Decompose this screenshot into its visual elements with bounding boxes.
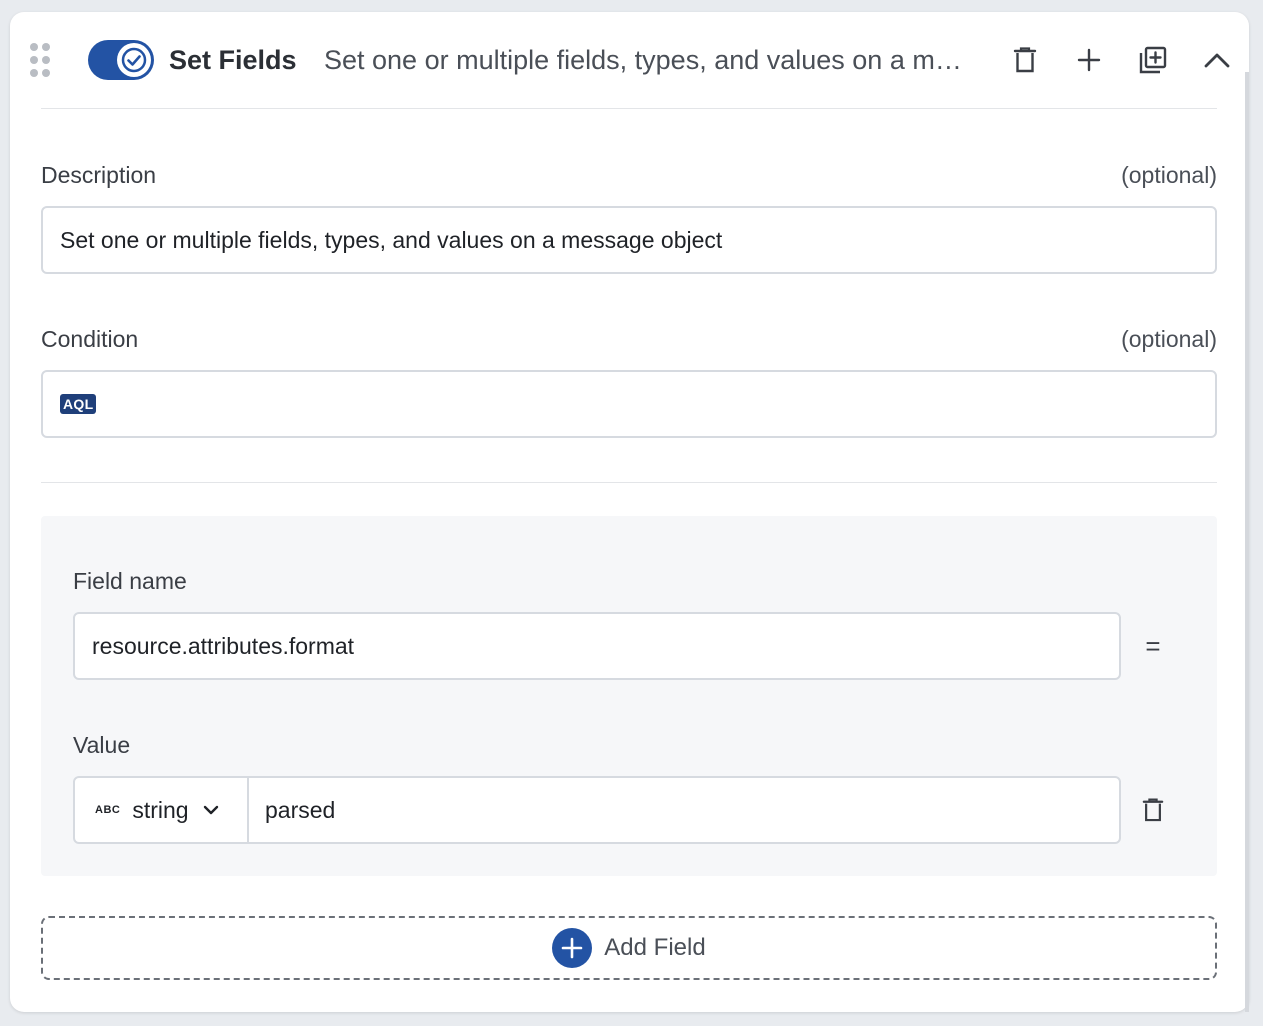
condition-label: Condition [41,326,139,352]
aql-badge: AQL [60,394,97,414]
header-divider [41,108,1217,109]
add-field-button[interactable]: Add Field [41,916,1217,980]
field-row-panel: Field name resource.attributes.format = … [41,516,1217,876]
set-fields-card: Set Fields Set one or multiple fields, t… [10,12,1249,1012]
value-label: Value [73,732,131,758]
scrollbar[interactable] [1245,72,1249,1012]
plus-icon [1077,48,1101,72]
description-label: Description [41,162,157,188]
card-title: Set Fields [169,45,297,75]
value-input-group: ABC string parsed [73,776,1121,844]
enable-toggle[interactable] [88,40,154,80]
toggle-knob [117,43,151,77]
value-text: parsed [265,796,336,823]
delete-step-button[interactable] [1007,42,1043,78]
chevron-up-icon [1204,53,1230,68]
section-divider [41,482,1217,483]
trash-icon [1013,47,1037,73]
abc-type-icon: ABC [95,804,121,816]
add-step-button[interactable] [1071,42,1107,78]
type-select[interactable]: ABC string [75,778,249,842]
condition-input[interactable]: AQL [41,370,1217,438]
field-name-input[interactable]: resource.attributes.format [73,612,1121,680]
delete-field-button[interactable] [1138,792,1168,828]
type-select-label: string [132,796,189,823]
collapse-button[interactable] [1199,42,1235,78]
equals-operator: = [1145,631,1161,661]
value-input[interactable]: parsed [249,778,1119,842]
check-icon [121,47,147,73]
chevron-down-icon [203,805,218,815]
field-name-value: resource.attributes.format [92,632,355,659]
duplicate-step-button[interactable] [1135,42,1171,78]
field-name-label: Field name [73,568,187,594]
card-header: Set Fields Set one or multiple fields, t… [10,12,1249,109]
condition-optional: (optional) [1121,326,1217,352]
description-input[interactable]: Set one or multiple fields, types, and v… [41,206,1217,274]
trash-icon [1142,798,1164,822]
card-subtitle: Set one or multiple fields, types, and v… [324,45,964,75]
description-optional: (optional) [1121,162,1217,188]
description-value: Set one or multiple fields, types, and v… [60,226,723,253]
duplicate-icon [1139,46,1167,74]
plus-icon [561,937,583,959]
drag-handle-icon[interactable] [30,43,52,77]
add-field-label: Add Field [604,934,706,961]
add-circle-icon [552,928,593,968]
